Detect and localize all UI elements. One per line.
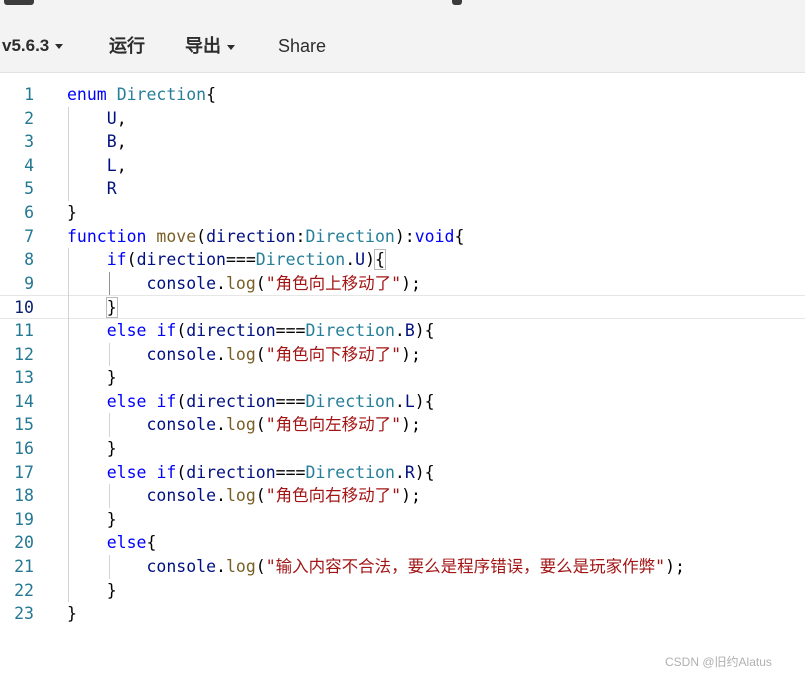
line-number: 18 <box>14 486 34 506</box>
code-line[interactable]: 9 console.log("角色向上移动了"); <box>0 272 805 296</box>
code-line[interactable]: 7 function move(direction:Direction):void… <box>0 225 805 249</box>
line-number: 6 <box>24 203 34 222</box>
code-line[interactable]: 13 } <box>0 366 805 390</box>
code-line[interactable]: 15 console.log("角色向左移动了"); <box>0 413 805 437</box>
code-text: else if(direction===Direction.B){ <box>106 321 435 340</box>
line-number: 16 <box>14 439 34 458</box>
code-text: console.log("输入内容不合法，要么是程序错误，要么是玩家作弊"); <box>146 557 685 576</box>
line-number: 22 <box>14 580 34 600</box>
code-line[interactable]: 6} <box>0 201 805 225</box>
code-line[interactable]: 17 else if(direction===Direction.R){ <box>0 461 805 485</box>
code-text: enum Direction{ <box>67 85 217 104</box>
code-text: else{ <box>106 533 157 553</box>
share-label: Share <box>278 36 327 56</box>
code-line[interactable]: 11 else if(direction===Direction.B){ <box>0 319 805 343</box>
line-number: 3 <box>24 132 34 152</box>
line-number: 10 <box>14 298 34 318</box>
code-text: } <box>67 580 117 600</box>
code-text: R <box>106 179 117 199</box>
indent-guide <box>109 271 110 296</box>
title-strip <box>0 0 805 16</box>
version-label: v5.6.3 <box>2 36 50 55</box>
chevron-down-icon <box>227 44 235 50</box>
code-line[interactable]: 16 } <box>0 437 805 461</box>
code-text: } <box>67 509 117 529</box>
code-text: console.log("角色向右移动了"); <box>146 486 421 506</box>
cut-off-title-text <box>452 0 462 5</box>
code-line[interactable]: 10 } <box>0 295 805 319</box>
indent-guide <box>68 248 69 603</box>
code-line[interactable]: 1 enum Direction{ <box>0 83 805 107</box>
line-number: 19 <box>14 509 34 529</box>
code-line[interactable]: 3 B, <box>0 130 805 154</box>
line-number: 20 <box>14 533 34 553</box>
line-number: 11 <box>14 321 34 340</box>
code-line[interactable]: 19 } <box>0 508 805 532</box>
code-text: if(direction===Direction.U){ <box>106 249 386 271</box>
code-line[interactable]: 23} <box>0 602 805 626</box>
version-dropdown[interactable]: v5.6.3 <box>2 35 64 57</box>
code-line[interactable]: 8 if(direction===Direction.U){ <box>0 248 805 272</box>
code-line[interactable]: 21 console.log("输入内容不合法，要么是程序错误，要么是玩家作弊"… <box>0 555 805 579</box>
line-number: 2 <box>24 108 34 128</box>
code-line[interactable]: 12 console.log("角色向下移动了"); <box>0 343 805 367</box>
indent-guide <box>109 342 110 367</box>
chevron-down-icon <box>55 44 64 50</box>
code-text: else if(direction===Direction.L){ <box>106 391 435 411</box>
code-editor[interactable]: 1 enum Direction{2 U, 3 B, 4 L, 5 R 6} 7 functi… <box>0 73 805 678</box>
code-text: } <box>67 203 77 222</box>
line-number: 13 <box>14 368 34 388</box>
code-text: L, <box>106 155 127 175</box>
line-number: 5 <box>24 179 34 199</box>
indent-guide <box>109 484 110 508</box>
code-line[interactable]: 4 L, <box>0 154 805 178</box>
code-text: } <box>105 297 118 319</box>
code-text: } <box>67 368 117 388</box>
indent-guide <box>109 413 110 437</box>
code-text: U, <box>106 108 127 128</box>
playground-toolbar: v5.6.3 运行 导出 Share <box>0 16 805 73</box>
line-number: 17 <box>14 462 34 482</box>
export-label: 导出 <box>185 36 221 56</box>
code-text: } <box>67 439 117 458</box>
share-button[interactable]: Share <box>278 35 326 57</box>
line-number: 23 <box>14 604 34 624</box>
line-number: 1 <box>24 85 34 104</box>
code-text: } <box>67 604 77 624</box>
code-line[interactable]: 2 U, <box>0 107 805 131</box>
code-text: console.log("角色向左移动了"); <box>146 415 421 435</box>
line-number: 12 <box>14 344 34 364</box>
code-line[interactable]: 18 console.log("角色向右移动了"); <box>0 484 805 508</box>
indent-guide <box>109 555 110 579</box>
code-text: console.log("角色向下移动了"); <box>146 344 421 364</box>
line-number: 4 <box>24 155 34 175</box>
code-line[interactable]: 20 else{ <box>0 531 805 555</box>
line-number: 7 <box>24 226 34 246</box>
code-text: else if(direction===Direction.R){ <box>106 462 435 482</box>
code-text: B, <box>106 132 127 152</box>
line-number: 15 <box>14 415 34 435</box>
line-number: 9 <box>24 273 34 293</box>
watermark: CSDN @旧约Alatus <box>665 655 772 669</box>
code-line[interactable]: 5 R <box>0 177 805 201</box>
line-number: 21 <box>14 557 34 576</box>
line-number: 8 <box>24 250 34 270</box>
cut-off-title-text <box>4 0 34 5</box>
code-line[interactable]: 14 else if(direction===Direction.L){ <box>0 390 805 414</box>
code-line[interactable]: 22 } <box>0 579 805 603</box>
run-label: 运行 <box>109 36 145 56</box>
line-number: 14 <box>14 391 34 411</box>
export-dropdown[interactable]: 导出 <box>185 35 235 57</box>
indent-guide <box>68 106 69 201</box>
code-text: console.log("角色向上移动了"); <box>146 273 421 293</box>
code-text: function move(direction:Direction):void{ <box>67 226 465 246</box>
run-button[interactable]: 运行 <box>109 35 145 57</box>
